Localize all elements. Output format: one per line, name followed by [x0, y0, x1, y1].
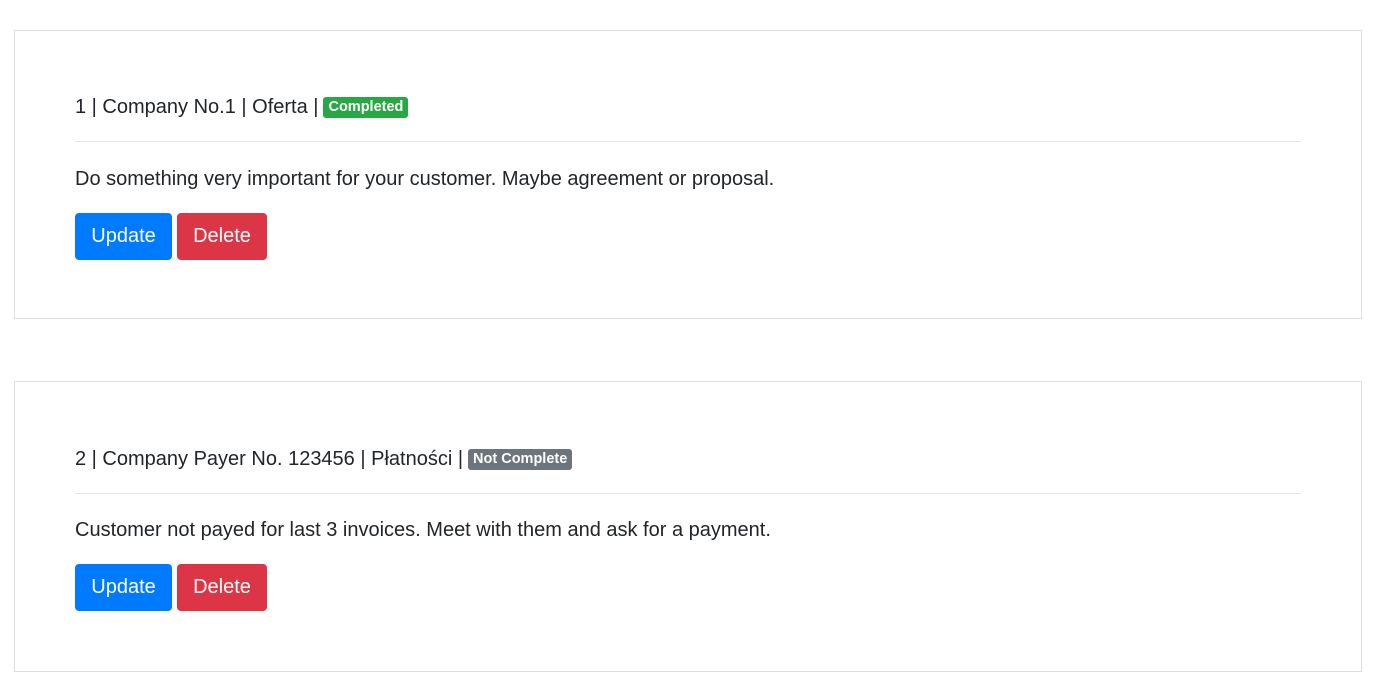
task-title: 1 | Company No.1 | Oferta | Completed: [75, 95, 409, 119]
task-actions: Update Delete: [75, 564, 267, 611]
task-card: 1 | Company No.1 | Oferta | Completed Do…: [14, 30, 1362, 319]
task-description: Customer not payed for last 3 invoices. …: [75, 519, 771, 541]
status-badge: Completed: [323, 96, 409, 118]
delete-button[interactable]: Delete: [177, 564, 267, 611]
divider: [75, 493, 1301, 494]
task-title: 2 | Company Payer No. 123456 | Płatności…: [75, 447, 573, 471]
update-button[interactable]: Update: [75, 564, 172, 611]
task-description: Do something very important for your cus…: [75, 168, 775, 190]
task-title-text: 1 | Company No.1 | Oferta |: [75, 96, 319, 118]
update-button[interactable]: Update: [75, 213, 172, 260]
divider: [75, 141, 1301, 142]
status-badge: Not Complete: [468, 448, 573, 470]
task-title-text: 2 | Company Payer No. 123456 | Płatności…: [75, 448, 464, 470]
task-actions: Update Delete: [75, 213, 267, 260]
delete-button[interactable]: Delete: [177, 213, 267, 260]
task-card: 2 | Company Payer No. 123456 | Płatności…: [14, 381, 1362, 672]
